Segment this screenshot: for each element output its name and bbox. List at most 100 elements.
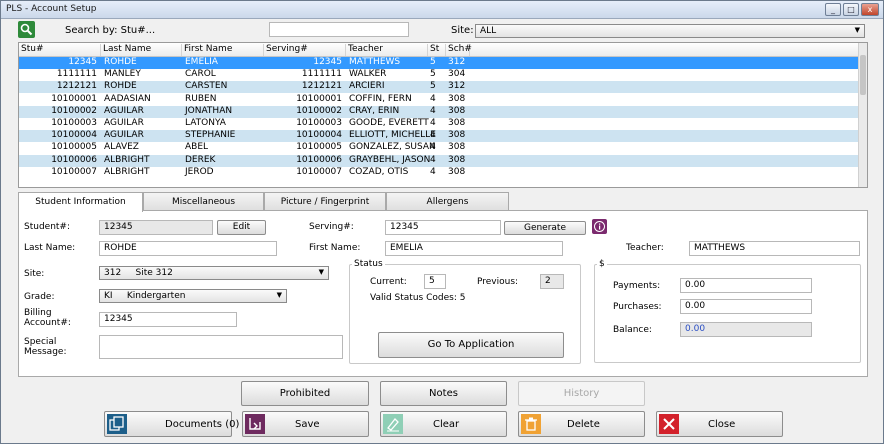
serving-number-field[interactable]: 12345 [385, 220, 501, 235]
cell-teacher: COZAD, OTIS [349, 166, 409, 177]
close-window-button[interactable]: x [861, 3, 879, 16]
table-row[interactable]: 1111111 MANLEY CAROL 1111111 WALKER 5 304 [19, 69, 859, 81]
table-row[interactable]: 10100007 ALBRIGHT JEROD 10100007 COZAD, OTIS… [19, 167, 859, 179]
table-row[interactable]: 10100004 AGUILAR STEPHANIE 10100004 ELLIOTT,… [19, 130, 859, 143]
first-name-field[interactable]: EMELIA [385, 241, 563, 256]
table-row[interactable]: 10100005 ALAVEZ ABEL 10100005 GONZALEZ, SUSA… [19, 142, 859, 154]
cell-sch: 308 [448, 118, 466, 128]
site-filter-value: ALL [480, 26, 497, 36]
save-label: Save [295, 419, 320, 430]
site-label: Site: [24, 269, 45, 279]
cell-serving: 10100002 [296, 105, 342, 116]
cell-st: 4 [430, 166, 436, 177]
go-to-application-button[interactable]: Go To Application [378, 332, 564, 358]
table-scrollbar[interactable] [858, 43, 867, 187]
status-title: Status [352, 259, 385, 269]
cell-serving: 12345 [313, 57, 342, 67]
site-select[interactable]: 312 Site 312 ▼ [99, 266, 329, 280]
tab-picture-fingerprint[interactable]: Picture / Fingerprint [264, 192, 386, 211]
scrollbar-thumb[interactable] [860, 55, 866, 95]
payments-label: Payments: [613, 281, 661, 291]
grade-select[interactable]: KI Kindergarten ▼ [99, 289, 287, 303]
table-row[interactable]: 10100001 AADASIAN RUBEN 10100001 COFFIN, FER… [19, 94, 859, 106]
table-row[interactable]: 12345 ROHDE EMELIA 12345 MATTHEWS 5 312 [19, 57, 859, 69]
cell-serving: 10100006 [296, 154, 342, 165]
edit-button[interactable]: Edit [217, 220, 266, 235]
documents-button[interactable]: Documents (0) [104, 411, 239, 437]
cell-sch: 312 [448, 81, 466, 92]
table-row[interactable]: 10100002 AGUILAR JONATHAN 10100002 CRAY, ERI… [19, 105, 859, 118]
billing-account-field[interactable]: 12345 [99, 312, 237, 327]
site-filter-select[interactable]: ALL ▼ [475, 24, 865, 38]
cell-st: 4 [430, 142, 436, 153]
cell-st: 4 [430, 130, 436, 141]
prohibited-button[interactable]: Prohibited [241, 381, 369, 406]
maximize-button[interactable]: □ [843, 3, 859, 16]
column-header-teacher[interactable]: Teacher [346, 44, 428, 56]
cell-st: 5 [430, 57, 436, 67]
current-status-field[interactable]: 5 [424, 274, 446, 289]
column-header-serving[interactable]: Serving# [264, 44, 346, 56]
valid-status-codes: Valid Status Codes: 5 [370, 293, 466, 303]
search-input[interactable] [269, 22, 409, 37]
cell-first-name: RUBEN [185, 93, 217, 104]
cell-stu: 12345 [68, 57, 97, 67]
cell-last-name: ALBRIGHT [104, 166, 150, 177]
table-row[interactable]: 10100006 ALBRIGHT DEREK 10100006 GRAYBEHL, J… [19, 154, 859, 167]
teacher-field[interactable]: MATTHEWS [689, 241, 860, 256]
notes-button[interactable]: Notes [380, 381, 507, 406]
payments-field[interactable]: 0.00 [680, 278, 812, 293]
tab-student-information[interactable]: Student Information [18, 192, 143, 212]
table-row[interactable]: 10100003 AGUILAR LATONYA 10100003 GOODE, EVE… [19, 118, 859, 130]
search-icon[interactable] [18, 21, 35, 38]
column-header-sch[interactable]: Sch# [446, 44, 472, 56]
cell-sch: 308 [448, 105, 466, 116]
generate-button[interactable]: Generate [504, 221, 586, 235]
special-message-field[interactable] [99, 335, 343, 359]
delete-label: Delete [567, 419, 600, 430]
documents-icon [107, 414, 127, 434]
column-header-last-name[interactable]: Last Name [101, 44, 182, 56]
table-header: Stu# Last Name First Name Serving# Teach… [19, 43, 859, 57]
cell-serving: 10100004 [296, 130, 342, 141]
cell-sch: 304 [448, 69, 466, 80]
balance-field: 0.00 [680, 322, 812, 337]
cell-stu: 10100001 [51, 93, 97, 104]
minimize-button[interactable]: _ [825, 3, 841, 16]
close-button[interactable]: Close [656, 411, 783, 437]
cell-sch: 308 [448, 154, 466, 165]
tab-miscellaneous[interactable]: Miscellaneous [143, 192, 264, 211]
chevron-down-icon: ▼ [276, 291, 282, 299]
account-setup-window: PLS - Account Setup _ □ x Search by: Stu… [0, 0, 884, 444]
save-button[interactable]: Save [242, 411, 369, 437]
column-header-stu[interactable]: Stu# [19, 44, 101, 56]
column-header-first-name[interactable]: First Name [182, 44, 264, 56]
purchases-field[interactable]: 0.00 [680, 299, 812, 314]
cell-first-name: JONATHAN [185, 105, 233, 116]
history-button[interactable]: History [518, 381, 645, 406]
site-filter-label: Site: [451, 25, 474, 36]
documents-label: Documents (0) [165, 419, 240, 430]
cell-serving: 1212121 [301, 81, 342, 92]
cell-serving: 10100001 [296, 93, 342, 104]
cell-stu: 10100007 [51, 166, 97, 177]
cell-last-name: AGUILAR [104, 130, 144, 141]
column-header-st[interactable]: St [428, 44, 446, 56]
cell-first-name: CARSTEN [185, 81, 228, 92]
balance-label: Balance: [613, 325, 652, 335]
cell-serving: 1111111 [301, 69, 342, 80]
special-message-label: Special Message: [24, 337, 67, 357]
cell-sch: 308 [448, 130, 466, 141]
cell-last-name: ROHDE [104, 57, 137, 67]
last-name-field[interactable]: ROHDE [99, 241, 277, 256]
delete-button[interactable]: Delete [518, 411, 645, 437]
tab-allergens[interactable]: Allergens [386, 192, 509, 211]
clear-button[interactable]: Clear [380, 411, 507, 437]
cell-stu: 10100006 [51, 154, 97, 165]
cell-sch: 308 [448, 142, 466, 153]
info-icon[interactable] [592, 219, 607, 234]
table-row[interactable]: 1212121 ROHDE CARSTEN 1212121 ARCIERI 5 312 [19, 81, 859, 94]
cell-teacher: CRAY, ERIN [349, 105, 400, 116]
window-title: PLS - Account Setup [6, 4, 97, 14]
cell-teacher: COFFIN, FERN [349, 93, 412, 104]
